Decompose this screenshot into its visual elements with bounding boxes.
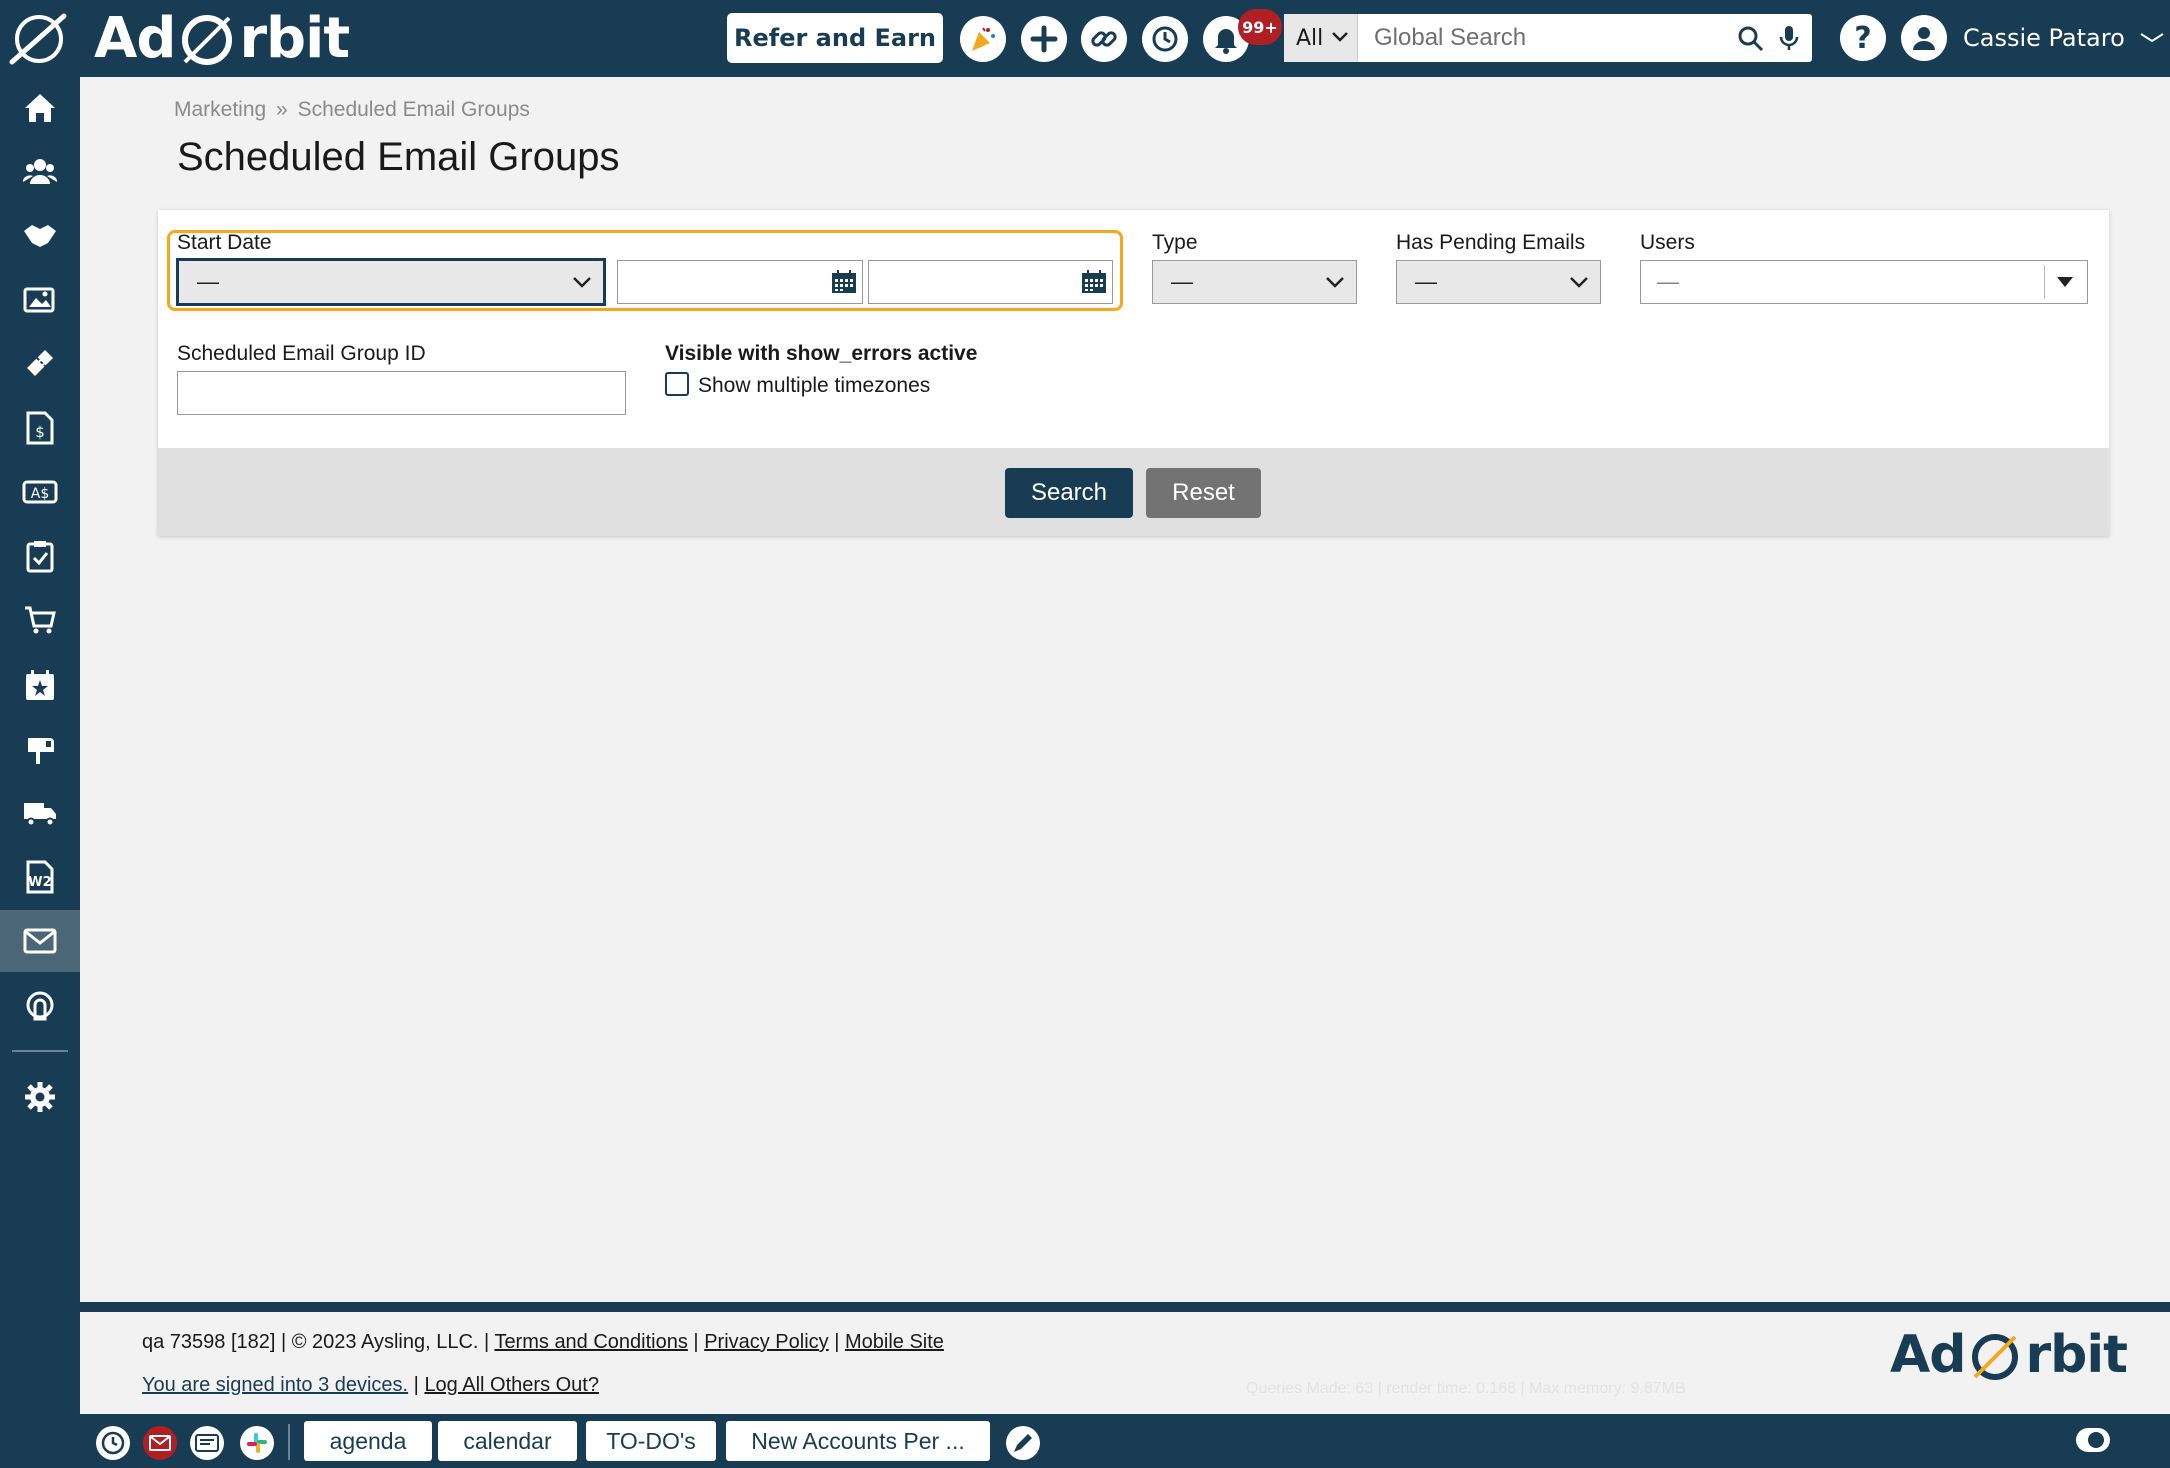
tasks-icon[interactable] — [0, 525, 80, 587]
has-pending-emails-label: Has Pending Emails — [1396, 231, 1586, 254]
help-icon[interactable]: ? — [1840, 15, 1886, 61]
global-search-input[interactable] — [1374, 14, 1734, 62]
footer-devices-line: You are signed into 3 devices. | Log All… — [142, 1374, 599, 1396]
settings-icon[interactable] — [0, 1066, 80, 1128]
notifications-badge: 99+ — [1238, 9, 1282, 45]
payments-icon[interactable]: A$ — [0, 461, 80, 523]
chevron-down-icon — [1570, 277, 1588, 288]
taskbar-tab-agenda[interactable]: agenda — [304, 1421, 432, 1461]
tickets-icon[interactable] — [0, 332, 80, 394]
type-label: Type — [1152, 231, 1198, 254]
messages-icon[interactable] — [190, 1426, 224, 1460]
users-label: Users — [1640, 231, 1695, 254]
chevron-down-icon — [1326, 277, 1344, 288]
support-icon[interactable] — [0, 975, 80, 1037]
type-value: — — [1171, 269, 1193, 294]
terms-link[interactable]: Terms and Conditions — [494, 1331, 687, 1353]
caret-down-icon — [2057, 277, 2073, 287]
users-select-divider — [2044, 265, 2045, 299]
taskbar-divider — [288, 1424, 290, 1460]
mobile-site-link[interactable]: Mobile Site — [845, 1331, 944, 1353]
start-date-from-input[interactable] — [617, 260, 863, 304]
performance-stats: Queries Made: 63 | render time: 0.168 | … — [1246, 1380, 1686, 1397]
mailbox-icon[interactable] — [0, 718, 80, 780]
footer-info-line: qa 73598 [182] | © 2023 Aysling, LLC. | … — [142, 1331, 944, 1353]
start-date-range-value: — — [197, 269, 219, 294]
search-icon[interactable] — [1738, 26, 1764, 52]
start-date-label: Start Date — [177, 231, 272, 254]
taskbar-tab-calendar[interactable]: calendar — [438, 1421, 577, 1461]
user-avatar-icon[interactable] — [1901, 15, 1947, 61]
svg-text:A$: A$ — [31, 486, 49, 502]
scheduled-email-group-id-input[interactable] — [177, 371, 626, 415]
has-pending-emails-select[interactable]: — — [1396, 260, 1601, 304]
log-out-others-link[interactable]: Log All Others Out? — [424, 1374, 599, 1396]
chevron-down-icon — [1332, 32, 1348, 42]
refer-and-earn-button[interactable]: Refer and Earn — [727, 13, 943, 63]
reset-button[interactable]: Reset — [1146, 468, 1261, 518]
breadcrumb-current: Scheduled Email Groups — [297, 98, 530, 121]
sidebar-divider — [12, 1050, 68, 1052]
email-icon[interactable] — [0, 910, 80, 972]
user-menu[interactable]: Cassie Pataro — [1963, 14, 2165, 62]
type-select[interactable]: — — [1152, 260, 1357, 304]
calendar-icon[interactable] — [830, 269, 858, 295]
microphone-icon[interactable] — [1778, 24, 1800, 52]
search-button[interactable]: Search — [1005, 468, 1133, 518]
footer — [80, 1312, 2170, 1414]
taskbar-tab-todos[interactable]: TO-DO's — [586, 1421, 716, 1461]
shipping-icon[interactable] — [0, 782, 80, 844]
taskbar-tab-new-accounts[interactable]: New Accounts Per ... — [726, 1421, 990, 1461]
breadcrumb-separator: » — [276, 98, 288, 121]
page-title: Scheduled Email Groups — [177, 135, 620, 179]
home-icon[interactable] — [0, 77, 80, 139]
slack-icon[interactable] — [240, 1426, 274, 1460]
show-multiple-timezones-checkbox[interactable] — [665, 372, 689, 396]
w2-icon[interactable]: W2 — [0, 846, 80, 908]
footer-brand-logo: Ad rbit — [1890, 1325, 2128, 1385]
start-date-to-input[interactable] — [868, 260, 1113, 304]
start-date-range-select[interactable]: — — [176, 258, 606, 306]
orbit-logo-icon — [1972, 1334, 2019, 1380]
clock-icon[interactable] — [96, 1426, 130, 1460]
user-name: Cassie Pataro — [1963, 24, 2125, 52]
chevron-down-icon — [573, 277, 591, 288]
history-icon[interactable] — [1142, 16, 1188, 62]
search-scope-select[interactable]: All — [1284, 14, 1358, 62]
global-search: All — [1284, 14, 1812, 62]
footer-divider — [80, 1302, 2170, 1312]
brand-logo[interactable]: Ad rbit — [94, 4, 350, 72]
users-select[interactable]: — — [1640, 260, 2088, 304]
edit-icon[interactable] — [1006, 1426, 1040, 1460]
privacy-link[interactable]: Privacy Policy — [704, 1331, 828, 1353]
search-scope-value: All — [1296, 25, 1324, 51]
breadcrumb: Marketing » Scheduled Email Groups — [174, 98, 530, 122]
mail-alert-icon[interactable] — [143, 1426, 177, 1460]
footer-copyright: qa 73598 [182] | © 2023 Aysling, LLC. | — [142, 1331, 490, 1353]
breadcrumb-parent[interactable]: Marketing — [174, 98, 266, 121]
svg-text:W2: W2 — [28, 875, 51, 890]
filter-actions-bar — [158, 448, 2109, 536]
orbit-logo-icon[interactable] — [8, 10, 70, 68]
media-icon[interactable] — [0, 268, 80, 330]
users-value: — — [1657, 269, 1679, 294]
calendar-icon[interactable] — [1080, 269, 1108, 295]
events-icon[interactable] — [0, 654, 80, 716]
add-icon[interactable] — [1021, 16, 1067, 62]
scheduled-email-group-id-label: Scheduled Email Group ID — [177, 342, 426, 365]
cart-icon[interactable] — [0, 589, 80, 651]
invoice-icon[interactable]: $ — [0, 397, 80, 459]
party-icon[interactable] — [960, 16, 1006, 62]
deals-icon[interactable] — [0, 204, 80, 266]
has-pending-emails-value: — — [1415, 269, 1437, 294]
show-errors-label: Visible with show_errors active — [665, 342, 978, 365]
signed-in-devices-link[interactable]: You are signed into 3 devices. — [142, 1374, 408, 1396]
show-multiple-timezones-label[interactable]: Show multiple timezones — [698, 374, 930, 398]
toggle-switch-icon[interactable] — [2076, 1428, 2110, 1452]
contacts-icon[interactable] — [0, 140, 80, 202]
svg-text:$: $ — [35, 423, 45, 441]
link-icon[interactable] — [1081, 16, 1127, 62]
chevron-down-icon — [2140, 33, 2164, 43]
